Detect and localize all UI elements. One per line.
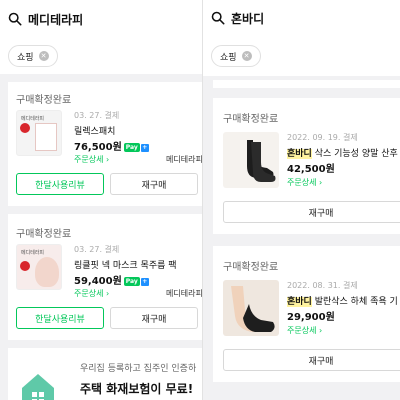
search-bar[interactable]: 혼바디 [203, 0, 400, 36]
review-button[interactable]: 한달사용리뷰 [16, 173, 104, 195]
plus-icon: + [140, 144, 149, 152]
seller-name[interactable]: 메디테라피 [166, 288, 202, 299]
close-icon[interactable]: ✕ [38, 51, 49, 61]
product-price: 42,500원 [287, 164, 335, 175]
ad-title: 주택 화재보험이 무료! [80, 382, 194, 396]
order-detail-link[interactable]: 주문상세 › [287, 325, 322, 336]
rebuy-button[interactable]: 재구매 [110, 307, 198, 329]
price-value: 76,500원 [74, 142, 122, 153]
order-status: 구매확정완료 [223, 262, 279, 273]
order-detail-label: 주문상세 [74, 289, 104, 298]
order-detail-link[interactable]: 주문상세 › [74, 154, 109, 165]
toe-sock-image [231, 286, 275, 332]
search-query[interactable]: 메디테라피 [28, 11, 83, 28]
left-panel: 메디테라피 쇼핑 ✕ 구매확정완료 메디테라피 03. 27. 결제 릴렉스패치… [0, 0, 202, 400]
order-date: 2022. 09. 19. 결제 [287, 133, 358, 142]
order-detail-link[interactable]: 주문상세 › [74, 288, 109, 299]
seller-name[interactable]: 메디테라피 [166, 154, 202, 165]
filter-row: 쇼핑 ✕ [203, 36, 400, 76]
insurance-ad-card[interactable]: 우리집 등록하고 집주인 인증하 주택 화재보험이 무료! [8, 348, 202, 400]
product-price: 59,400원 Pay + [74, 272, 149, 287]
search-icon [211, 11, 225, 25]
product-price: 29,900원 [287, 312, 335, 323]
chip-label: 쇼핑 [220, 52, 237, 63]
filter-chip-shopping[interactable]: 쇼핑 ✕ [211, 45, 261, 67]
npay-badge: Pay [123, 277, 140, 286]
order-status: 구매확정완료 [16, 229, 72, 240]
close-icon[interactable]: ✕ [241, 51, 252, 61]
product-thumbnail[interactable]: 메디테라피 [16, 244, 62, 290]
product-name[interactable]: 릴렉스패치 [74, 124, 198, 137]
brand-highlight: 혼바디 [287, 297, 312, 307]
order-date: 2022. 08. 31. 결제 [287, 281, 358, 290]
rebuy-button[interactable]: 재구매 [223, 201, 400, 223]
right-panel: 혼바디 쇼핑 ✕ 구매확정완료 2022. 09. 19. 결제 혼바디 삭스 … [202, 0, 400, 400]
order-date: 03. 27. 결제 [74, 111, 120, 120]
thumb-badge-icon [20, 261, 30, 271]
thumb-badge-icon [20, 123, 30, 133]
order-detail-label: 주문상세 [287, 326, 317, 335]
order-card-partial [213, 80, 400, 88]
product-name[interactable]: 혼바디 삭스 기능성 양말 산후 [287, 146, 400, 159]
product-thumbnail[interactable]: 메디테라피 [16, 110, 62, 156]
brand-highlight: 혼바디 [287, 149, 312, 159]
rebuy-button[interactable]: 재구매 [110, 173, 198, 195]
product-thumbnail[interactable] [223, 132, 279, 188]
product-name-text: 삭스 기능성 양말 산후 [311, 149, 398, 159]
order-detail-label: 주문상세 [74, 155, 104, 164]
order-card: 구매확정완료 메디테라피 03. 27. 결제 릴렉스패치 76,500원 Pay… [8, 82, 202, 206]
thumb-face-icon [35, 257, 59, 287]
plus-icon: + [140, 278, 149, 286]
order-status: 구매확정완료 [16, 95, 72, 106]
price-value: 59,400원 [74, 276, 122, 287]
search-bar[interactable]: 메디테라피 [0, 0, 202, 38]
rebuy-button[interactable]: 재구매 [223, 349, 400, 371]
thumb-brand-text: 메디테라피 [21, 250, 45, 256]
screen: 메디테라피 쇼핑 ✕ 구매확정완료 메디테라피 03. 27. 결제 릴렉스패치… [0, 0, 400, 400]
search-icon [8, 12, 22, 26]
order-detail-link[interactable]: 주문상세 › [287, 177, 322, 188]
product-thumbnail[interactable] [223, 280, 279, 336]
review-button[interactable]: 한달사용리뷰 [16, 307, 104, 329]
filter-chip-shopping[interactable]: 쇼핑 ✕ [8, 45, 58, 67]
npay-badge: Pay [123, 143, 140, 152]
order-date: 03. 27. 결제 [74, 245, 120, 254]
thumb-brand-text: 메디테라피 [21, 116, 45, 122]
chip-label: 쇼핑 [17, 52, 34, 63]
order-status: 구매확정완료 [223, 114, 279, 125]
filter-row: 쇼핑 ✕ [0, 38, 202, 74]
ad-subtitle: 우리집 등록하고 집주인 인증하 [80, 364, 197, 374]
order-card: 구매확정완료 메디테라피 03. 27. 결제 링클핏 넥 마스크 목주름 팩 … [8, 214, 202, 340]
house-icon [22, 374, 54, 400]
order-card: 구매확정완료 2022. 08. 31. 결제 혼바디 발란삭스 하체 족욕 기… [213, 246, 400, 382]
product-name-text: 발란삭스 하체 족욕 기 [311, 297, 398, 307]
product-name[interactable]: 링클핏 넥 마스크 목주름 팩 [74, 258, 198, 271]
sock-image [233, 140, 276, 182]
order-card: 구매확정완료 2022. 09. 19. 결제 혼바디 삭스 기능성 양말 산후… [213, 98, 400, 234]
search-query[interactable]: 혼바디 [231, 10, 264, 27]
product-name[interactable]: 혼바디 발란삭스 하체 족욕 기 [287, 294, 400, 307]
thumb-package-icon [35, 123, 57, 151]
product-price: 76,500원 Pay + [74, 138, 149, 153]
order-detail-label: 주문상세 [287, 178, 317, 187]
